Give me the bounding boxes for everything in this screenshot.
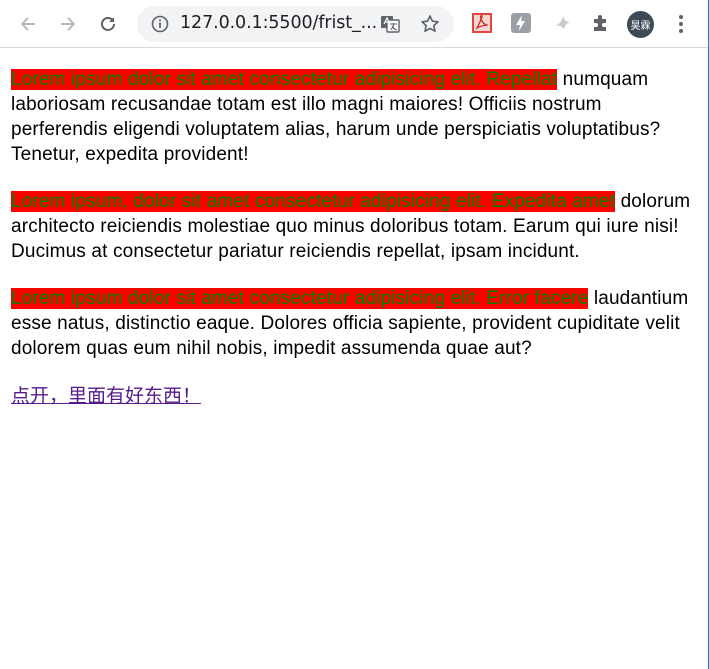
treasure-link[interactable]: 点开，里面有好东西！: [11, 381, 201, 408]
puzzle-extensions-icon: [594, 15, 606, 31]
paragraph-1: Lorem ipsum dolor sit amet consectetur a…: [11, 67, 695, 167]
paragraph-3: Lorem ipsum dolor sit amet consectetur a…: [11, 286, 695, 361]
forward-arrow-icon: [61, 17, 76, 31]
lightning-extension-icon: [511, 13, 531, 33]
highlighted-text: Lorem ipsum dolor sit amet consectetur a…: [11, 69, 558, 90]
more-vert-icon: [679, 15, 683, 33]
paragraph-2: Lorem ipsum, dolor sit amet consectetur …: [11, 189, 695, 264]
page-content: Lorem ipsum dolor sit amet consectetur a…: [11, 67, 695, 408]
reload-icon: [101, 17, 115, 31]
avatar-text: 昊霖: [630, 21, 651, 32]
back-arrow-icon: [20, 17, 35, 31]
star-icon[interactable]: [420, 14, 440, 34]
back-button[interactable]: [14, 10, 42, 38]
pdf-extension-icon: [472, 13, 492, 33]
address-bar[interactable]: 127.0.0.1:5500/frist_...: [137, 6, 454, 42]
info-icon[interactable]: [151, 15, 169, 33]
highlighted-text: Lorem ipsum dolor sit amet consectetur a…: [11, 288, 589, 309]
bird-extension-button[interactable]: [551, 12, 573, 34]
profile-avatar[interactable]: 昊霖: [627, 11, 654, 38]
extensions-button[interactable]: [590, 12, 612, 34]
url-text[interactable]: 127.0.0.1:5500/frist_...: [180, 13, 377, 33]
bird-extension-icon: [554, 16, 570, 29]
translate-icon[interactable]: [380, 14, 400, 34]
lightning-extension-button[interactable]: [510, 12, 532, 34]
menu-button[interactable]: [670, 13, 692, 35]
reload-button[interactable]: [94, 10, 122, 38]
pdf-extension-button[interactable]: [471, 12, 493, 34]
browser-toolbar: 127.0.0.1:5500/frist_... 昊霖: [0, 0, 708, 48]
highlighted-text: Lorem ipsum, dolor sit amet consectetur …: [11, 191, 616, 212]
forward-button[interactable]: [54, 10, 82, 38]
